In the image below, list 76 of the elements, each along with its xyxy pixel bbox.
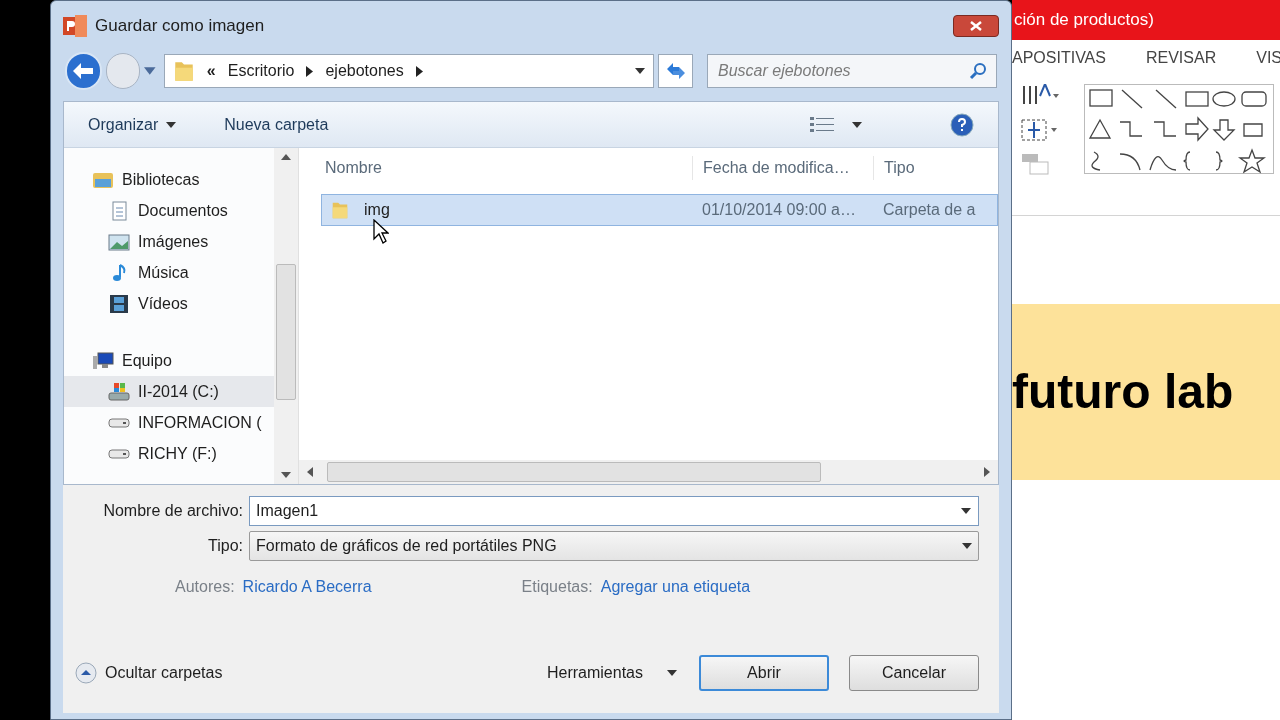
nav-item[interactable]: Vídeos bbox=[64, 288, 274, 319]
tools-menu[interactable]: Herramientas bbox=[546, 661, 677, 685]
cancel-button[interactable]: Cancelar bbox=[849, 655, 979, 691]
nav-item[interactable]: Imágenes bbox=[64, 226, 274, 257]
close-icon bbox=[970, 21, 982, 31]
horizontal-scrollbar[interactable] bbox=[299, 460, 998, 484]
search-field[interactable]: Buscar ejebotones bbox=[707, 54, 998, 88]
nav-item[interactable]: RICHY (F:) bbox=[64, 438, 274, 469]
scroll-down-icon[interactable] bbox=[281, 472, 291, 478]
file-row[interactable]: img 01/10/2014 09:00 a… Carpeta de a bbox=[321, 194, 998, 226]
search-icon bbox=[969, 62, 988, 80]
caret-icon bbox=[962, 543, 972, 549]
field-label: Tipo: bbox=[207, 536, 243, 556]
caret-icon bbox=[166, 121, 177, 128]
folder-icon bbox=[330, 200, 350, 220]
scroll-right-icon[interactable] bbox=[984, 467, 990, 477]
drive-icon bbox=[108, 448, 130, 459]
field-label: Nombre de archivo: bbox=[102, 501, 243, 521]
scrollbar[interactable] bbox=[274, 148, 298, 484]
nav-item[interactable]: Bibliotecas bbox=[64, 164, 274, 195]
caret-icon bbox=[852, 121, 862, 128]
meta-label: Autores: bbox=[175, 577, 235, 597]
overflow-chevron[interactable]: « bbox=[206, 59, 216, 83]
ribbon-tab[interactable]: APOSITIVAS bbox=[1012, 46, 1106, 70]
caret-icon bbox=[961, 508, 971, 514]
computer-icon bbox=[92, 350, 114, 371]
nav-item[interactable]: Equipo bbox=[64, 345, 274, 376]
meta-label: Etiquetas: bbox=[521, 577, 593, 597]
hide-folders-button[interactable]: Ocultar carpetas bbox=[75, 661, 223, 685]
caret-icon bbox=[635, 68, 646, 74]
close-button[interactable] bbox=[953, 15, 999, 37]
drive-icon bbox=[108, 417, 130, 428]
chevron-icon bbox=[306, 65, 314, 77]
film-icon bbox=[108, 293, 130, 314]
organize-menu[interactable]: Organizar bbox=[88, 112, 177, 137]
folder-icon bbox=[172, 59, 195, 83]
file-date: 01/10/2014 09:00 a… bbox=[701, 200, 857, 220]
new-folder-button[interactable]: Nueva carpeta bbox=[224, 112, 329, 137]
help-icon[interactable] bbox=[950, 112, 974, 137]
system-drive-icon bbox=[108, 381, 130, 402]
nav-item[interactable]: INFORMACION ( bbox=[64, 407, 274, 438]
caret-icon bbox=[667, 670, 677, 676]
slide-text: futuro lab bbox=[1012, 364, 1234, 420]
meta-link[interactable]: Ricardo A Becerra bbox=[242, 575, 372, 599]
scroll-left-icon[interactable] bbox=[307, 467, 313, 477]
breadcrumb[interactable]: ejebotones bbox=[325, 59, 404, 83]
details-view-icon bbox=[810, 115, 834, 134]
image-icon bbox=[108, 231, 130, 252]
file-type: Carpeta de a bbox=[882, 200, 976, 220]
ribbon-tab[interactable]: REVISAR bbox=[1145, 46, 1217, 70]
meta-link[interactable]: Agregar una etiqueta bbox=[600, 575, 751, 599]
file-type-dropdown[interactable]: Formato de gráficos de red portátiles PNG bbox=[249, 531, 979, 561]
column-header[interactable]: Nombre bbox=[299, 156, 692, 180]
align-text-icon[interactable] bbox=[1020, 118, 1060, 142]
back-button[interactable] bbox=[65, 52, 102, 90]
app-logo-icon bbox=[63, 15, 87, 37]
filename-field[interactable]: Imagen1 bbox=[249, 496, 979, 526]
column-header[interactable]: Tipo bbox=[873, 156, 998, 180]
nav-item[interactable]: Música bbox=[64, 257, 274, 288]
nav-item[interactable]: Documentos bbox=[64, 195, 274, 226]
refresh-button[interactable] bbox=[658, 54, 693, 88]
mouse-cursor-icon bbox=[373, 219, 389, 245]
app-title: ción de productos) bbox=[1014, 9, 1154, 32]
view-options-button[interactable] bbox=[810, 115, 862, 134]
file-name: img bbox=[364, 200, 390, 220]
breadcrumb[interactable]: Escritorio bbox=[227, 59, 295, 83]
window-title: Guardar como imagen bbox=[95, 15, 265, 38]
scroll-up-icon[interactable] bbox=[281, 154, 291, 160]
history-caret-icon bbox=[144, 67, 156, 75]
address-bar[interactable]: « Escritorio ejebotones bbox=[163, 54, 655, 88]
collapse-icon bbox=[75, 662, 97, 684]
back-arrow-icon bbox=[73, 63, 94, 79]
chevron-icon bbox=[415, 65, 423, 77]
nav-item[interactable]: II-2014 (C:) bbox=[64, 376, 274, 407]
open-button[interactable]: Abrir bbox=[699, 655, 829, 691]
column-header[interactable]: Fecha de modifica… bbox=[692, 156, 873, 180]
